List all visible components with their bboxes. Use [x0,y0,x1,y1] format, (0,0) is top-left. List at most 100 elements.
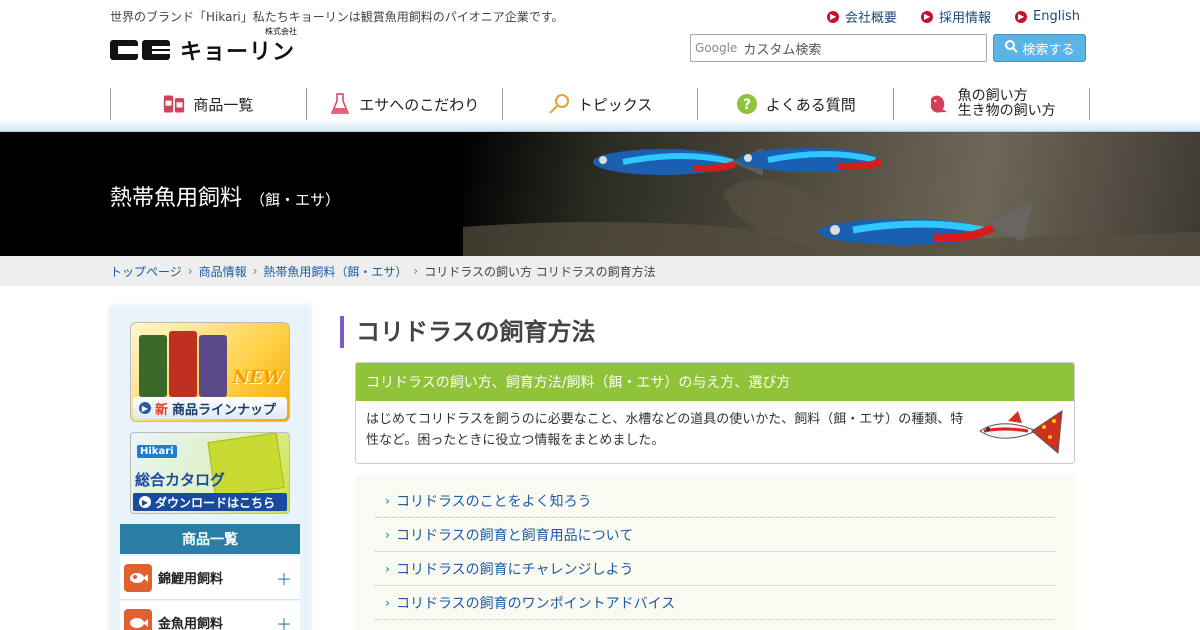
search-icon [1004,39,1019,57]
product-can-image [199,335,227,397]
nav-care-guide[interactable]: 魚の飼い方 生き物の飼い方 [893,88,1090,120]
intro-body: はじめてコリドラスを飼うのに必要なこと、水槽などの道具の使いかた、飼料（餌・エサ… [356,401,1074,463]
hero-title: 熱帯魚用飼料 （餌・エサ） [110,180,340,212]
products-icon [163,93,185,115]
koi-icon [124,563,152,592]
top-link-label: 採用情報 [939,11,992,26]
intro-box: コリドラスの飼い方、飼育方法/飼料（餌・エサ）の与え方、選び方 はじめてコリドラ… [355,362,1075,464]
intro-heading: コリドラスの飼い方、飼育方法/飼料（餌・エサ）の与え方、選び方 [356,363,1074,401]
chevron-right-icon: › [385,527,390,542]
nav-topics[interactable]: トピックス [501,88,698,120]
top-link-company[interactable]: ▶ 会社概要 [827,7,897,26]
nav-label-line1: 魚の飼い方 [957,88,1028,104]
search-button-label: 検索する [1022,42,1075,58]
fish-shape-2 [738,148,883,172]
page-title: コリドラスの飼育方法 [340,316,1075,348]
nav-products[interactable]: 商品一覧 [110,88,306,120]
top-links: ▶ 会社概要 ▶ 採用情報 ▶ English [827,7,1080,26]
section-link-know[interactable]: › コリドラスのことをよく知ろう [375,484,1055,518]
category-item-goldfish[interactable]: 金魚用飼料 ＋ [120,601,300,630]
hero-subtitle: （餌・エサ） [250,191,341,209]
fish-icon [928,93,950,115]
google-brand: Google [695,41,738,55]
chevron-right-icon: › [385,595,390,610]
breadcrumb-link-home[interactable]: トップページ [110,263,182,280]
section-link-challenge[interactable]: › コリドラスの飼育にチャレンジしよう [375,552,1055,586]
new-lineup-button: ▶ 新商品ラインナップ [133,397,287,419]
nav-label: トピックス [577,95,653,114]
section-link-label: コリドラスの飼育のワンポイントアドバイス [395,595,676,612]
plus-icon: ＋ [275,614,292,630]
catalog-banner[interactable]: Hikari 総合カタログ ▶ ダウンロードはこちら [130,432,290,514]
breadcrumb-current: コリドラスの飼い方 コリドラスの飼育方法 [424,264,656,279]
page-hero: 熱帯魚用飼料 （餌・エサ） [0,132,1200,256]
section-link-label: コリドラスの飼育にチャレンジしよう [395,561,634,578]
top-link-label: 会社概要 [845,11,898,26]
section-links: › コリドラスのことをよく知ろう › コリドラスの飼育と飼育用品について › コリドラ… [355,476,1075,630]
new-lineup-label: 商品ラインナップ [172,402,277,418]
fish-shape-1 [593,148,763,176]
category-item-koi[interactable]: 錦鯉用飼料 ＋ [120,556,300,600]
section-link-label: コリドラスの飼育と飼育用品について [395,527,634,544]
product-can-image [169,331,197,397]
logo-company-type: 株式会社 [265,27,298,36]
site-search: Google カスタム検索 検索する [690,34,1086,62]
new-lineup-banner[interactable]: NEW ▶ 新商品ラインナップ [130,322,290,422]
arrow-right-icon: ▶ [827,10,840,23]
product-can-image [139,335,167,397]
top-link-label: English [1033,9,1080,24]
arrow-right-icon: ▶ [921,10,934,23]
section-link-equipment[interactable]: › コリドラスの飼育と飼育用品について [375,518,1055,552]
nav-feed-commitment[interactable]: エサへのこだわり [305,88,502,120]
plus-icon: ＋ [275,569,292,589]
sidebar: NEW ▶ 新商品ラインナップ Hikari 総合カタログ ▶ ダウンロードはこ… [110,306,310,630]
flask-icon [329,93,351,115]
catalog-title: 総合カタログ [135,471,226,489]
breadcrumb-link-products[interactable]: 商品情報 [199,263,247,280]
chevron-right-icon: › [385,493,390,508]
search-placeholder: カスタム検索 [743,42,822,58]
chevron-right-icon: › [187,264,193,278]
nav-label-line2: 生き物の飼い方 [957,103,1056,119]
top-link-recruit[interactable]: ▶ 採用情報 [921,7,991,26]
nav-faq[interactable]: ? よくある質問 [697,88,893,120]
catalog-download-label: ダウンロードはこちら [155,495,276,510]
catalog-download-button: ▶ ダウンロードはこちら [133,493,287,511]
header-stripe [0,120,1200,132]
new-badge: NEW [232,367,283,388]
nav-care-guide-label: 魚の飼い方 生き物の飼い方 [958,89,1056,119]
category-heading: 商品一覧 [120,524,300,554]
section-link-advice[interactable]: › コリドラスの飼育のワンポイントアドバイス [375,586,1055,620]
site-tagline: 世界のブランド「Hikari」私たちキョーリンは観賞魚用飼料のパイオニア企業です… [110,10,564,24]
chevron-right-icon: › [385,561,390,576]
site-header: 世界のブランド「Hikari」私たちキョーリンは観賞魚用飼料のパイオニア企業です… [0,0,1200,132]
category-label: 錦鯉用飼料 [158,572,224,587]
hero-title-text: 熱帯魚用飼料 [110,186,243,211]
goldfish-icon [124,608,152,630]
section-link-label: コリドラスのことをよく知ろう [395,493,592,510]
breadcrumb-link-tropical[interactable]: 熱帯魚用飼料（餌・エサ） [263,263,407,280]
logo-text: キョーリン 株式会社 [180,27,297,66]
arrow-right-icon: ▶ [139,402,151,414]
global-nav: 商品一覧 エサへのこだわり トピックス ? よくある質問 魚の飼い方 生き物の飼… [110,88,1090,120]
guppy-illustration [978,407,1064,455]
main-content: コリドラスの飼育方法 コリドラスの飼い方、飼育方法/飼料（餌・エサ）の与え方、選… [340,316,1075,630]
hikari-logo: Hikari [137,445,177,458]
nav-label: よくある質問 [765,95,856,114]
search-button[interactable]: 検索する [993,34,1086,62]
breadcrumb: トップページ › 商品情報 › 熱帯魚用飼料（餌・エサ） › コリドラスの飼い方… [0,256,1200,286]
top-link-english[interactable]: ▶ English [1015,7,1080,26]
new-char: 新 [155,402,169,418]
logo-company-name: キョーリン [180,40,296,65]
nav-label: 商品一覧 [193,95,254,114]
category-label: 金魚用飼料 [158,617,224,630]
chevron-right-icon: › [413,264,419,278]
chevron-right-icon: › [252,264,258,278]
arrow-right-icon: ▶ [139,496,151,508]
pin-icon [548,93,570,115]
arrow-right-icon: ▶ [1015,10,1028,23]
site-logo[interactable]: キョーリン 株式会社 [110,27,297,66]
kyorin-logo-mark-icon [110,38,172,62]
search-input[interactable]: Google カスタム検索 [690,34,987,62]
intro-text: はじめてコリドラスを飼うのに必要なこと、水槽などの道具の使いかた、飼料（餌・エサ… [366,412,964,448]
